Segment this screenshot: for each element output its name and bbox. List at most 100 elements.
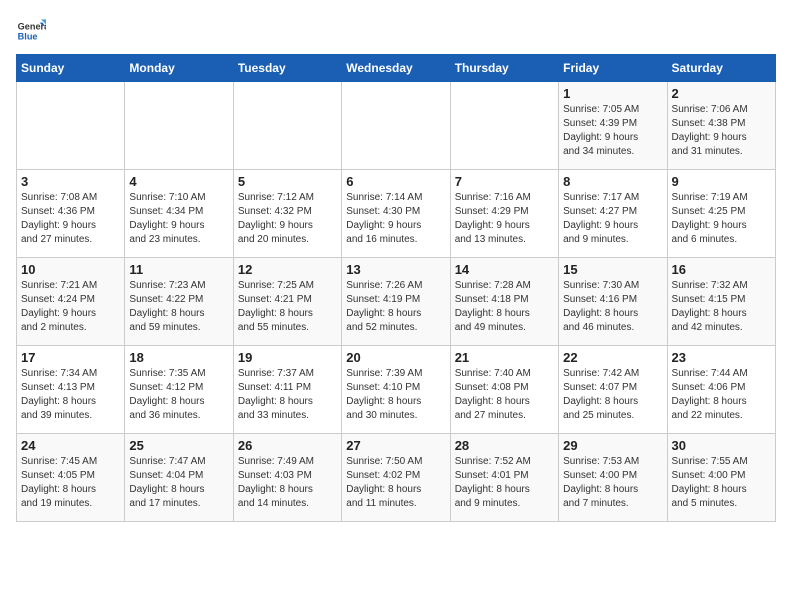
- logo-icon: General Blue: [16, 16, 46, 46]
- day-number: 21: [455, 350, 554, 365]
- calendar-cell: 24Sunrise: 7:45 AM Sunset: 4:05 PM Dayli…: [17, 434, 125, 522]
- calendar-cell: [17, 82, 125, 170]
- day-number: 14: [455, 262, 554, 277]
- calendar-cell: 3 Sunrise: 7:08 AM Sunset: 4:36 PM Daylig…: [17, 170, 125, 258]
- day-info: Sunrise: 7:40 AM Sunset: 4:08 PM Dayligh…: [455, 367, 554, 423]
- calendar-cell: 26 Sunrise: 7:49 AM Sunset: 4:03 PM Dayli…: [233, 434, 341, 522]
- calendar-cell: 2 Sunrise: 7:06 AM Sunset: 4:38 PM Daylig…: [667, 82, 775, 170]
- calendar-cell: 23 Sunrise: 7:44 AM Sunset: 4:06 PM Dayli…: [667, 346, 775, 434]
- day-info: Sunrise: 7:26 AM Sunset: 4:19 PM Dayligh…: [346, 279, 445, 335]
- day-number: 27: [346, 438, 445, 453]
- day-number: 7: [455, 174, 554, 189]
- day-info: Sunrise: 7:50 AM Sunset: 4:02 PM Dayligh…: [346, 455, 445, 511]
- day-info: Sunrise: 7:06 AM Sunset: 4:38 PM Dayligh…: [672, 103, 771, 159]
- day-info: Sunrise: 7:44 AM Sunset: 4:06 PM Dayligh…: [672, 367, 771, 423]
- day-info: Sunrise: 7:52 AM Sunset: 4:01 PM Dayligh…: [455, 455, 554, 511]
- day-info: Sunrise: 7:08 AM Sunset: 4:36 PM Dayligh…: [21, 191, 120, 247]
- calendar-cell: 13 Sunrise: 7:26 AM Sunset: 4:19 PM Dayli…: [342, 258, 450, 346]
- svg-text:Blue: Blue: [18, 31, 38, 41]
- day-number: 2: [672, 86, 771, 101]
- day-info: Sunrise: 7:23 AM Sunset: 4:22 PM Dayligh…: [129, 279, 228, 335]
- day-number: 4: [129, 174, 228, 189]
- day-number: 9: [672, 174, 771, 189]
- day-number: 6: [346, 174, 445, 189]
- day-number: 25: [129, 438, 228, 453]
- day-info: Sunrise: 7:39 AM Sunset: 4:10 PM Dayligh…: [346, 367, 445, 423]
- calendar-cell: 15 Sunrise: 7:30 AM Sunset: 4:16 PM Dayli…: [559, 258, 667, 346]
- day-number: 1: [563, 86, 662, 101]
- day-number: 30: [672, 438, 771, 453]
- day-number: 20: [346, 350, 445, 365]
- day-number: 16: [672, 262, 771, 277]
- weekday-header-thursday: Thursday: [450, 55, 558, 82]
- calendar-cell: 25Sunrise: 7:47 AM Sunset: 4:04 PM Dayli…: [125, 434, 233, 522]
- day-number: 19: [238, 350, 337, 365]
- logo: General Blue: [16, 16, 46, 46]
- calendar-cell: 20 Sunrise: 7:39 AM Sunset: 4:10 PM Dayli…: [342, 346, 450, 434]
- day-info: Sunrise: 7:14 AM Sunset: 4:30 PM Dayligh…: [346, 191, 445, 247]
- weekday-header-wednesday: Wednesday: [342, 55, 450, 82]
- day-info: Sunrise: 7:21 AM Sunset: 4:24 PM Dayligh…: [21, 279, 120, 335]
- day-number: 22: [563, 350, 662, 365]
- day-number: 15: [563, 262, 662, 277]
- calendar-cell: 10 Sunrise: 7:21 AM Sunset: 4:24 PM Dayli…: [17, 258, 125, 346]
- day-number: 29: [563, 438, 662, 453]
- day-number: 10: [21, 262, 120, 277]
- weekday-header-saturday: Saturday: [667, 55, 775, 82]
- calendar-cell: 30 Sunrise: 7:55 AM Sunset: 4:00 PM Dayli…: [667, 434, 775, 522]
- weekday-header-sunday: Sunday: [17, 55, 125, 82]
- calendar-cell: 5 Sunrise: 7:12 AM Sunset: 4:32 PM Daylig…: [233, 170, 341, 258]
- calendar-cell: 17 Sunrise: 7:34 AM Sunset: 4:13 PM Dayli…: [17, 346, 125, 434]
- day-info: Sunrise: 7:30 AM Sunset: 4:16 PM Dayligh…: [563, 279, 662, 335]
- calendar-week-row: 24Sunrise: 7:45 AM Sunset: 4:05 PM Dayli…: [17, 434, 776, 522]
- day-info: Sunrise: 7:32 AM Sunset: 4:15 PM Dayligh…: [672, 279, 771, 335]
- calendar-cell: [450, 82, 558, 170]
- calendar-table: SundayMondayTuesdayWednesdayThursdayFrid…: [16, 54, 776, 522]
- day-number: 13: [346, 262, 445, 277]
- day-info: Sunrise: 7:17 AM Sunset: 4:27 PM Dayligh…: [563, 191, 662, 247]
- calendar-week-row: 10 Sunrise: 7:21 AM Sunset: 4:24 PM Dayli…: [17, 258, 776, 346]
- day-number: 26: [238, 438, 337, 453]
- day-info: Sunrise: 7:12 AM Sunset: 4:32 PM Dayligh…: [238, 191, 337, 247]
- day-info: Sunrise: 7:34 AM Sunset: 4:13 PM Dayligh…: [21, 367, 120, 423]
- day-info: Sunrise: 7:35 AM Sunset: 4:12 PM Dayligh…: [129, 367, 228, 423]
- day-number: 5: [238, 174, 337, 189]
- day-info: Sunrise: 7:16 AM Sunset: 4:29 PM Dayligh…: [455, 191, 554, 247]
- calendar-cell: 4Sunrise: 7:10 AM Sunset: 4:34 PM Daylig…: [125, 170, 233, 258]
- calendar-cell: 16 Sunrise: 7:32 AM Sunset: 4:15 PM Dayli…: [667, 258, 775, 346]
- calendar-cell: 12Sunrise: 7:25 AM Sunset: 4:21 PM Dayli…: [233, 258, 341, 346]
- calendar-cell: 28 Sunrise: 7:52 AM Sunset: 4:01 PM Dayli…: [450, 434, 558, 522]
- calendar-week-row: 3 Sunrise: 7:08 AM Sunset: 4:36 PM Daylig…: [17, 170, 776, 258]
- calendar-cell: [342, 82, 450, 170]
- weekday-header-row: SundayMondayTuesdayWednesdayThursdayFrid…: [17, 55, 776, 82]
- calendar-week-row: 17 Sunrise: 7:34 AM Sunset: 4:13 PM Dayli…: [17, 346, 776, 434]
- day-number: 3: [21, 174, 120, 189]
- calendar-cell: 9Sunrise: 7:19 AM Sunset: 4:25 PM Daylig…: [667, 170, 775, 258]
- day-info: Sunrise: 7:05 AM Sunset: 4:39 PM Dayligh…: [563, 103, 662, 159]
- calendar-cell: 21 Sunrise: 7:40 AM Sunset: 4:08 PM Dayli…: [450, 346, 558, 434]
- calendar-cell: 14 Sunrise: 7:28 AM Sunset: 4:18 PM Dayli…: [450, 258, 558, 346]
- day-number: 23: [672, 350, 771, 365]
- day-info: Sunrise: 7:42 AM Sunset: 4:07 PM Dayligh…: [563, 367, 662, 423]
- day-number: 17: [21, 350, 120, 365]
- day-number: 11: [129, 262, 228, 277]
- day-info: Sunrise: 7:25 AM Sunset: 4:21 PM Dayligh…: [238, 279, 337, 335]
- day-number: 24: [21, 438, 120, 453]
- day-info: Sunrise: 7:53 AM Sunset: 4:00 PM Dayligh…: [563, 455, 662, 511]
- day-info: Sunrise: 7:37 AM Sunset: 4:11 PM Dayligh…: [238, 367, 337, 423]
- day-info: Sunrise: 7:55 AM Sunset: 4:00 PM Dayligh…: [672, 455, 771, 511]
- day-info: Sunrise: 7:28 AM Sunset: 4:18 PM Dayligh…: [455, 279, 554, 335]
- calendar-cell: 29 Sunrise: 7:53 AM Sunset: 4:00 PM Dayli…: [559, 434, 667, 522]
- day-number: 8: [563, 174, 662, 189]
- calendar-cell: 27 Sunrise: 7:50 AM Sunset: 4:02 PM Dayli…: [342, 434, 450, 522]
- weekday-header-tuesday: Tuesday: [233, 55, 341, 82]
- calendar-cell: 18Sunrise: 7:35 AM Sunset: 4:12 PM Dayli…: [125, 346, 233, 434]
- header: General Blue: [16, 16, 776, 46]
- calendar-week-row: 1 Sunrise: 7:05 AM Sunset: 4:39 PM Daylig…: [17, 82, 776, 170]
- calendar-cell: [125, 82, 233, 170]
- day-number: 28: [455, 438, 554, 453]
- day-info: Sunrise: 7:49 AM Sunset: 4:03 PM Dayligh…: [238, 455, 337, 511]
- calendar-cell: 22 Sunrise: 7:42 AM Sunset: 4:07 PM Dayli…: [559, 346, 667, 434]
- calendar-cell: 7 Sunrise: 7:16 AM Sunset: 4:29 PM Daylig…: [450, 170, 558, 258]
- weekday-header-friday: Friday: [559, 55, 667, 82]
